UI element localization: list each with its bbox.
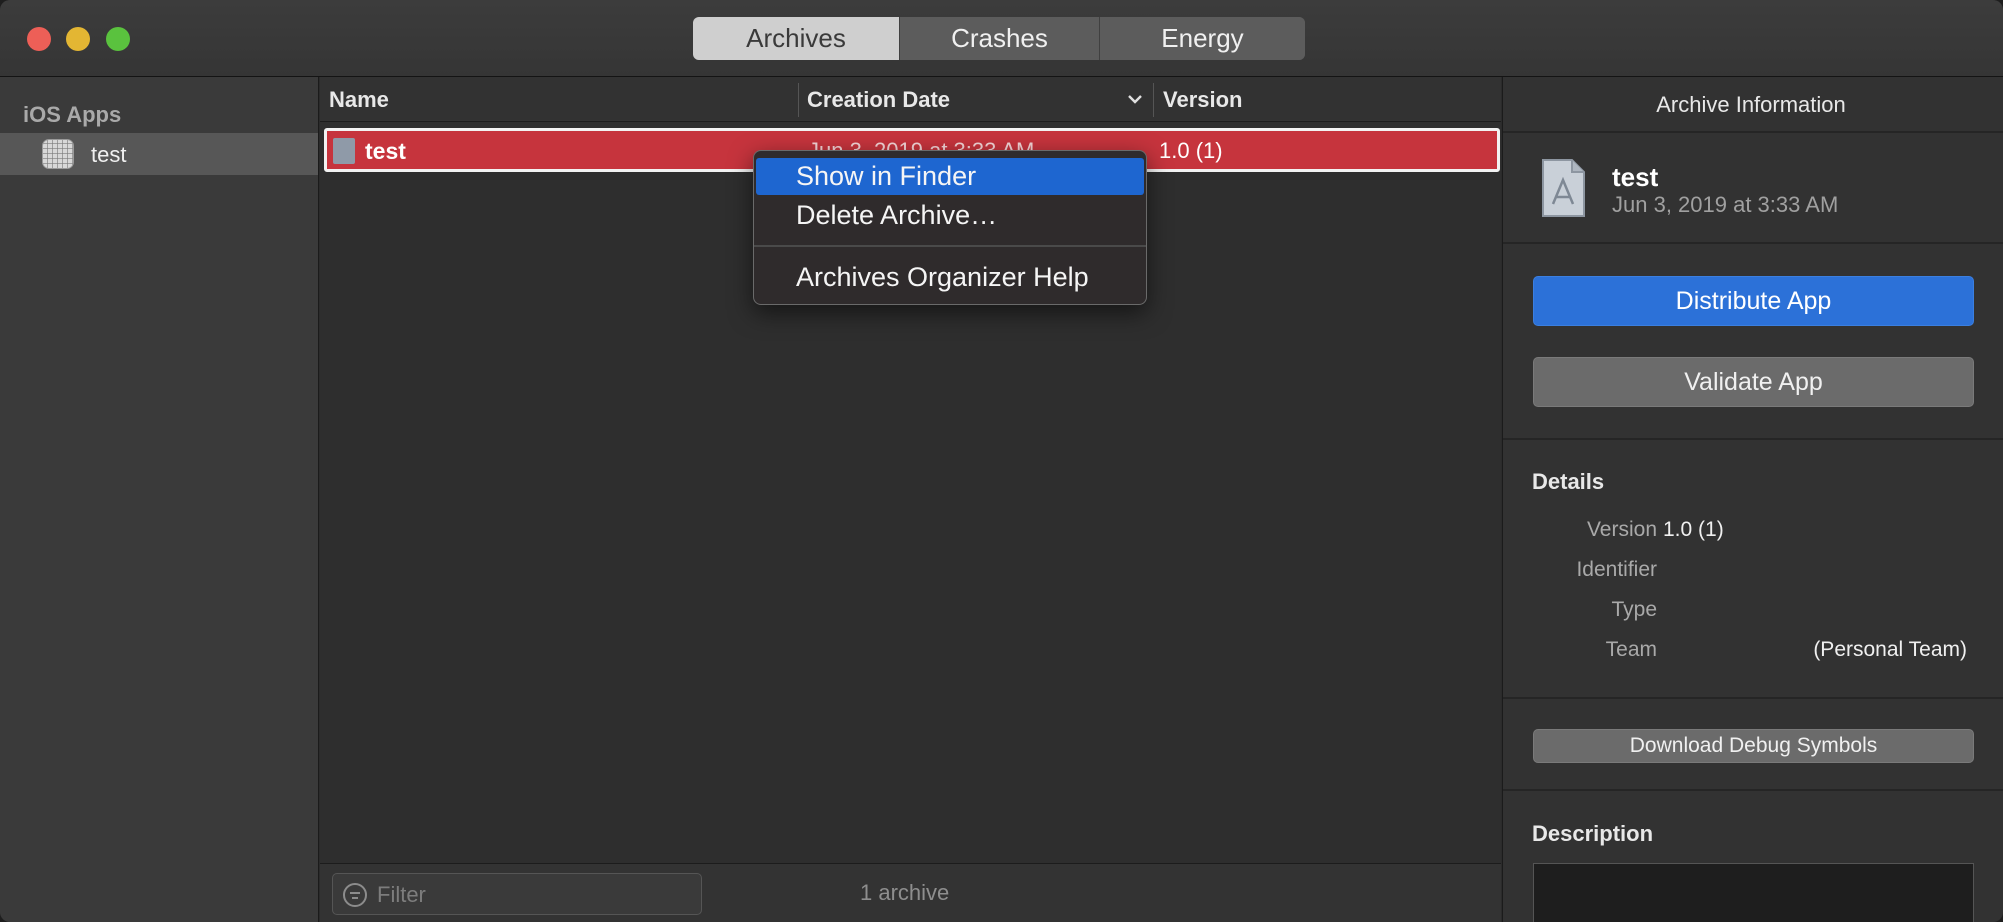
close-window-button[interactable] bbox=[27, 27, 51, 51]
zoom-window-button[interactable] bbox=[106, 27, 130, 51]
panel-title: Archive Information bbox=[1656, 92, 1846, 117]
column-header: Name Creation Date Version bbox=[320, 77, 1501, 122]
team-value: (Personal Team) bbox=[1813, 638, 1967, 661]
divider bbox=[1503, 697, 2003, 699]
menu-item-organizer-help[interactable]: Archives Organizer Help bbox=[756, 259, 1144, 296]
organizer-tabs: Archives Crashes Energy bbox=[693, 17, 1305, 60]
distribute-app-button[interactable]: Distribute App bbox=[1533, 276, 1974, 326]
team-label: Team bbox=[1605, 638, 1657, 661]
titlebar: Archives Crashes Energy bbox=[0, 0, 2003, 77]
sidebar-item-label: test bbox=[91, 142, 127, 167]
identifier-label: Identifier bbox=[1576, 558, 1657, 581]
version-value: 1.0 (1) bbox=[1663, 518, 1724, 541]
type-label: Type bbox=[1611, 598, 1657, 621]
column-name[interactable]: Name bbox=[329, 87, 389, 113]
archive-name: test bbox=[1612, 162, 1659, 192]
column-creation-date[interactable]: Creation Date bbox=[807, 87, 950, 113]
minimize-window-button[interactable] bbox=[66, 27, 90, 51]
menu-separator bbox=[754, 245, 1146, 247]
sidebar-heading: iOS Apps bbox=[23, 102, 122, 127]
archive-icon bbox=[333, 138, 355, 164]
tab-archives[interactable]: Archives bbox=[693, 17, 900, 60]
archive-info-panel: Archive Information test Jun 3, 2019 at … bbox=[1502, 77, 2003, 922]
context-menu: Show in Finder Delete Archive… Archives … bbox=[753, 150, 1147, 305]
column-divider[interactable] bbox=[798, 83, 799, 117]
sidebar: iOS Apps test bbox=[0, 77, 319, 922]
filter-placeholder: Filter bbox=[377, 882, 426, 907]
row-version: 1.0 (1) bbox=[1159, 138, 1223, 163]
filter-field[interactable]: Filter bbox=[332, 873, 702, 915]
app-grid-icon bbox=[42, 139, 74, 169]
divider bbox=[1503, 438, 2003, 440]
filter-icon bbox=[343, 883, 367, 907]
validate-app-button[interactable]: Validate App bbox=[1533, 357, 1974, 407]
divider bbox=[1503, 242, 2003, 244]
column-divider[interactable] bbox=[1153, 83, 1154, 117]
menu-item-delete-archive[interactable]: Delete Archive… bbox=[756, 197, 1144, 234]
divider bbox=[1503, 131, 2003, 133]
version-label: Version bbox=[1586, 518, 1657, 541]
chevron-down-icon[interactable] bbox=[1125, 89, 1145, 109]
download-debug-symbols-button[interactable]: Download Debug Symbols bbox=[1533, 729, 1974, 763]
sidebar-item-test[interactable]: test bbox=[0, 133, 318, 175]
details-heading: Details bbox=[1532, 469, 1605, 494]
tab-crashes[interactable]: Crashes bbox=[900, 17, 1100, 60]
tab-energy[interactable]: Energy bbox=[1100, 17, 1305, 60]
column-version[interactable]: Version bbox=[1163, 87, 1242, 113]
archive-count: 1 archive bbox=[860, 880, 950, 905]
archive-date: Jun 3, 2019 at 3:33 AM bbox=[1612, 192, 1839, 217]
list-footer: Filter 1 archive bbox=[320, 863, 1501, 922]
description-heading: Description bbox=[1532, 821, 1654, 846]
organizer-window: Archives Crashes Energy iOS Apps test Na… bbox=[0, 0, 2003, 922]
divider bbox=[1503, 789, 2003, 791]
description-field[interactable] bbox=[1533, 863, 1974, 922]
row-name: test bbox=[365, 138, 406, 164]
menu-item-show-in-finder[interactable]: Show in Finder bbox=[756, 158, 1144, 195]
archive-document-icon bbox=[1542, 159, 1585, 217]
